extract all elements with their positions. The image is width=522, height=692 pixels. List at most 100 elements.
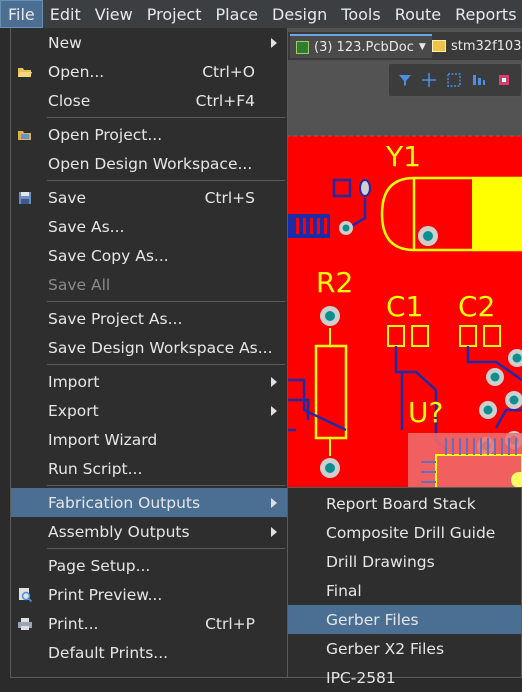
shortcut-label: Ctrl+F4 [195, 91, 255, 110]
menu-view[interactable]: View [88, 0, 140, 28]
menu-item-page-setup[interactable]: Page Setup... [11, 551, 287, 580]
open-folder-icon [16, 63, 34, 81]
menu-place[interactable]: Place [208, 0, 265, 28]
menu-item-print-preview[interactable]: Print Preview... [11, 580, 287, 609]
menu-item-fabrication-outputs[interactable]: Fabrication Outputs [11, 488, 287, 517]
menu-file[interactable]: File [0, 0, 43, 28]
menu-item-label: Run Script... [48, 459, 143, 478]
menu-item-label: Fabrication Outputs [48, 493, 201, 512]
submenu-item-gerber-x2-files[interactable]: Gerber X2 Files [288, 634, 521, 663]
shortcut-label: Ctrl+S [204, 188, 255, 207]
menu-item-save[interactable]: Save Ctrl+S [11, 183, 287, 212]
menu-item-label: Open... [48, 62, 105, 81]
menu-tools[interactable]: Tools [334, 0, 387, 28]
menu-item-label: Save Copy As... [48, 246, 169, 265]
menu-item-close[interactable]: Close Ctrl+F4 [11, 86, 287, 115]
menu-item-label: Open Design Workspace... [48, 154, 253, 173]
place-component-icon[interactable] [496, 69, 512, 91]
designator-y1: Y1 [385, 140, 421, 173]
submenu-arrow-icon [271, 405, 277, 416]
tab-schematic-document[interactable]: stm32f103c [426, 34, 522, 58]
menu-item-label: Import Wizard [48, 430, 158, 449]
menu-item-label: Report Board Stack [326, 494, 476, 513]
select-rectangle-icon[interactable] [446, 69, 462, 91]
pcb-active-bar [388, 63, 522, 97]
designator-c2: C2 [458, 290, 495, 323]
tab-sch-label: stm32f103c [451, 38, 522, 54]
submenu-arrow-icon [271, 526, 277, 537]
document-tabs: (3) 123.PcbDoc ▼ stm32f103c [286, 32, 522, 60]
tab-pcb-document[interactable]: (3) 123.PcbDoc ▼ [290, 34, 432, 58]
menu-item-label: Open Project... [48, 125, 163, 144]
menu-item-import-wizard[interactable]: Import Wizard [11, 425, 287, 454]
menu-separator [47, 117, 285, 118]
menu-item-label: Assembly Outputs [48, 522, 190, 541]
menu-item-assembly-outputs[interactable]: Assembly Outputs [11, 517, 287, 546]
open-project-icon [16, 126, 34, 144]
menu-item-label: Export [48, 401, 99, 420]
menu-item-open[interactable]: Open... Ctrl+O [11, 57, 287, 86]
menu-bar: File Edit View Project Place Design Tool… [0, 0, 522, 28]
menu-item-label: Save As... [48, 217, 125, 236]
menu-item-label: Composite Drill Guide [326, 523, 496, 542]
printer-icon [16, 615, 34, 633]
menu-item-save-all: Save All [11, 270, 287, 299]
shortcut-label: Ctrl+P [205, 614, 255, 633]
menu-item-save-design-workspace-as[interactable]: Save Design Workspace As... [11, 333, 287, 362]
menu-item-label: Save Design Workspace As... [48, 338, 273, 357]
designator-r2: R2 [316, 266, 353, 299]
menu-project[interactable]: Project [140, 0, 209, 28]
shortcut-label: Ctrl+O [202, 62, 255, 81]
chevron-down-icon[interactable]: ▼ [419, 42, 426, 52]
menu-separator [47, 364, 285, 365]
menu-item-export[interactable]: Export [11, 396, 287, 425]
menu-separator [47, 180, 285, 181]
menu-item-label: Import [48, 372, 100, 391]
menu-item-label: Gerber Files [326, 610, 419, 629]
menu-edit[interactable]: Edit [43, 0, 88, 28]
menu-route[interactable]: Route [388, 0, 448, 28]
save-icon [16, 189, 34, 207]
submenu-item-report-board-stack[interactable]: Report Board Stack [288, 489, 521, 518]
print-preview-icon [16, 586, 34, 604]
submenu-arrow-icon [271, 497, 277, 508]
menu-item-print[interactable]: Print... Ctrl+P [11, 609, 287, 638]
menu-item-label: Close [48, 91, 91, 110]
submenu-item-final[interactable]: Final [288, 576, 521, 605]
designator-c1: C1 [386, 290, 423, 323]
menu-item-default-prints[interactable]: Default Prints... [11, 638, 287, 667]
menu-item-new[interactable]: New [11, 28, 287, 57]
menu-reports[interactable]: Reports [448, 0, 522, 28]
submenu-item-gerber-files[interactable]: Gerber Files [288, 605, 521, 634]
menu-item-open-design-workspace[interactable]: Open Design Workspace... [11, 149, 287, 178]
menu-item-label: Save Project As... [48, 309, 183, 328]
align-icon[interactable] [471, 69, 487, 91]
schematic-doc-icon [432, 40, 446, 52]
menu-item-save-project-as[interactable]: Save Project As... [11, 304, 287, 333]
menu-item-import[interactable]: Import [11, 367, 287, 396]
pcb-doc-icon [296, 40, 309, 54]
menu-item-save-copy-as[interactable]: Save Copy As... [11, 241, 287, 270]
submenu-arrow-icon [271, 376, 277, 387]
menu-item-label: New [48, 33, 82, 52]
menu-separator [47, 301, 285, 302]
menu-item-open-project[interactable]: Open Project... [11, 120, 287, 149]
designator-u: U? [408, 396, 443, 429]
menu-item-label: Save [48, 188, 87, 207]
submenu-arrow-icon [271, 37, 277, 48]
menu-item-save-as[interactable]: Save As... [11, 212, 287, 241]
menu-item-run-script[interactable]: Run Script... [11, 454, 287, 483]
submenu-item-composite-drill-guide[interactable]: Composite Drill Guide [288, 518, 521, 547]
fabrication-outputs-submenu: Report Board Stack Composite Drill Guide… [287, 487, 522, 687]
menu-item-label: Page Setup... [48, 556, 151, 575]
file-menu: New Open... Ctrl+O Close Ctrl+F4 Open Pr… [10, 28, 288, 678]
crosshair-add-icon[interactable] [421, 69, 437, 91]
menu-separator [47, 548, 285, 549]
menu-item-label: Gerber X2 Files [326, 639, 445, 658]
tab-pcb-label: (3) 123.PcbDoc [314, 39, 414, 55]
menu-separator [47, 485, 285, 486]
filter-icon[interactable] [397, 69, 412, 91]
menu-item-label: Print Preview... [48, 585, 163, 604]
submenu-item-drill-drawings[interactable]: Drill Drawings [288, 547, 521, 576]
menu-design[interactable]: Design [265, 0, 334, 28]
